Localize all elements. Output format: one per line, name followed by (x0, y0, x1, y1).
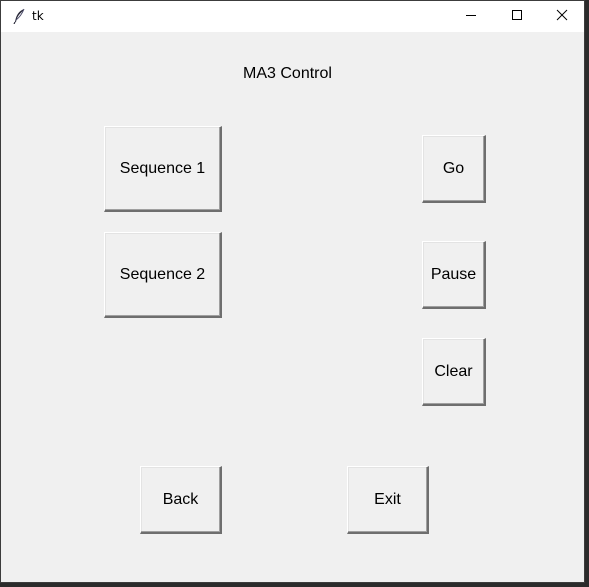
title-bar[interactable]: tk (1, 1, 584, 32)
sequence-1-button[interactable]: Sequence 1 (104, 126, 222, 212)
page-title: MA3 Control (243, 65, 332, 82)
close-button[interactable] (539, 1, 585, 32)
clear-button[interactable]: Clear (422, 338, 486, 406)
go-button[interactable]: Go (422, 135, 486, 203)
feather-icon (12, 8, 26, 25)
close-icon (556, 8, 568, 26)
sequence-2-button[interactable]: Sequence 2 (104, 232, 222, 318)
window-title: tk (32, 9, 44, 23)
maximize-button[interactable] (494, 1, 540, 32)
minimize-icon (465, 8, 477, 26)
app-window: tk MA3 Control Sequence 1 Sequence 2 Go … (0, 0, 585, 583)
maximize-icon (511, 8, 523, 26)
minimize-button[interactable] (448, 1, 494, 32)
main-content: MA3 Control Sequence 1 Sequence 2 Go Pau… (5, 32, 582, 580)
back-button[interactable]: Back (140, 466, 222, 534)
pause-button[interactable]: Pause (422, 241, 486, 309)
exit-button[interactable]: Exit (347, 466, 429, 534)
